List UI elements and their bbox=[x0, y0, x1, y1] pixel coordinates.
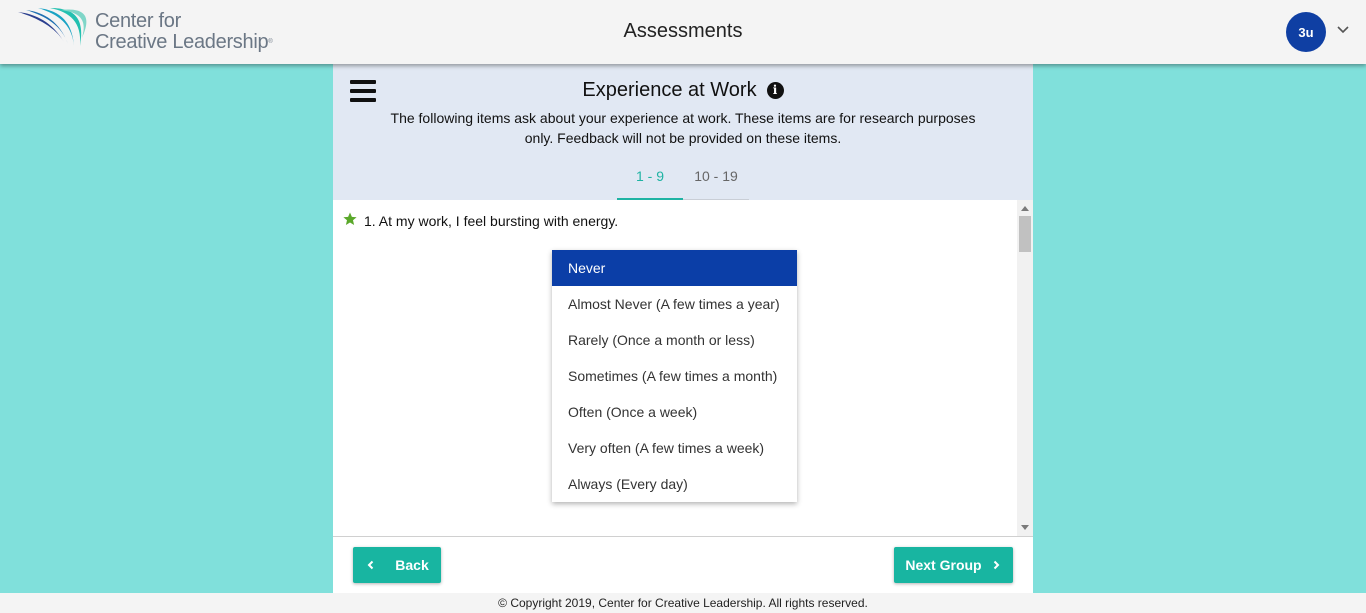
scroll-up-arrow-icon[interactable] bbox=[1021, 206, 1029, 211]
question-text: 1. At my work, I feel bursting with ener… bbox=[364, 213, 619, 229]
tab-items-10-19[interactable]: 10 - 19 bbox=[683, 166, 749, 200]
copyright-footer: © Copyright 2019, Center for Creative Le… bbox=[0, 593, 1366, 613]
section-header: Experience at Work i The following items … bbox=[333, 64, 1033, 200]
section-title: Experience at Work i bbox=[333, 79, 1033, 102]
navigation-bar: Back Next Group bbox=[333, 536, 1033, 593]
section-description: The following items ask about your exper… bbox=[390, 110, 976, 146]
option-never[interactable]: Never bbox=[552, 250, 797, 286]
option-always[interactable]: Always (Every day) bbox=[552, 466, 797, 502]
chevron-right-icon bbox=[993, 560, 1000, 570]
tab-items-1-9[interactable]: 1 - 9 bbox=[617, 166, 683, 200]
top-header: Center for Creative Leadership® Assessme… bbox=[0, 0, 1366, 64]
app-title: Assessments bbox=[623, 20, 743, 42]
option-often[interactable]: Often (Once a week) bbox=[552, 394, 797, 430]
option-rarely[interactable]: Rarely (Once a month or less) bbox=[552, 322, 797, 358]
back-button-label: Back bbox=[395, 557, 429, 573]
assessment-card: Experience at Work i The following items … bbox=[333, 64, 1033, 593]
back-button[interactable]: Back bbox=[353, 547, 441, 583]
option-very-often[interactable]: Very often (A few times a week) bbox=[552, 430, 797, 466]
user-avatar[interactable]: 3u bbox=[1286, 12, 1326, 52]
response-dropdown[interactable]: Never Almost Never (A few times a year) … bbox=[552, 250, 797, 502]
info-circle-icon[interactable]: i bbox=[766, 82, 784, 99]
option-sometimes[interactable]: Sometimes (A few times a month) bbox=[552, 358, 797, 394]
next-group-button[interactable]: Next Group bbox=[894, 547, 1013, 583]
vertical-scrollbar[interactable] bbox=[1017, 200, 1033, 536]
option-almost-never[interactable]: Almost Never (A few times a year) bbox=[552, 286, 797, 322]
question-area: 1. At my work, I feel bursting with ener… bbox=[333, 200, 1033, 536]
section-title-text: Experience at Work bbox=[582, 79, 757, 101]
next-group-button-label: Next Group bbox=[905, 557, 982, 573]
scroll-down-arrow-icon[interactable] bbox=[1021, 525, 1029, 530]
star-icon bbox=[343, 212, 357, 225]
chevron-down-icon[interactable] bbox=[1336, 24, 1350, 36]
chevron-left-icon bbox=[367, 560, 374, 570]
scrollbar-thumb[interactable] bbox=[1019, 216, 1031, 252]
